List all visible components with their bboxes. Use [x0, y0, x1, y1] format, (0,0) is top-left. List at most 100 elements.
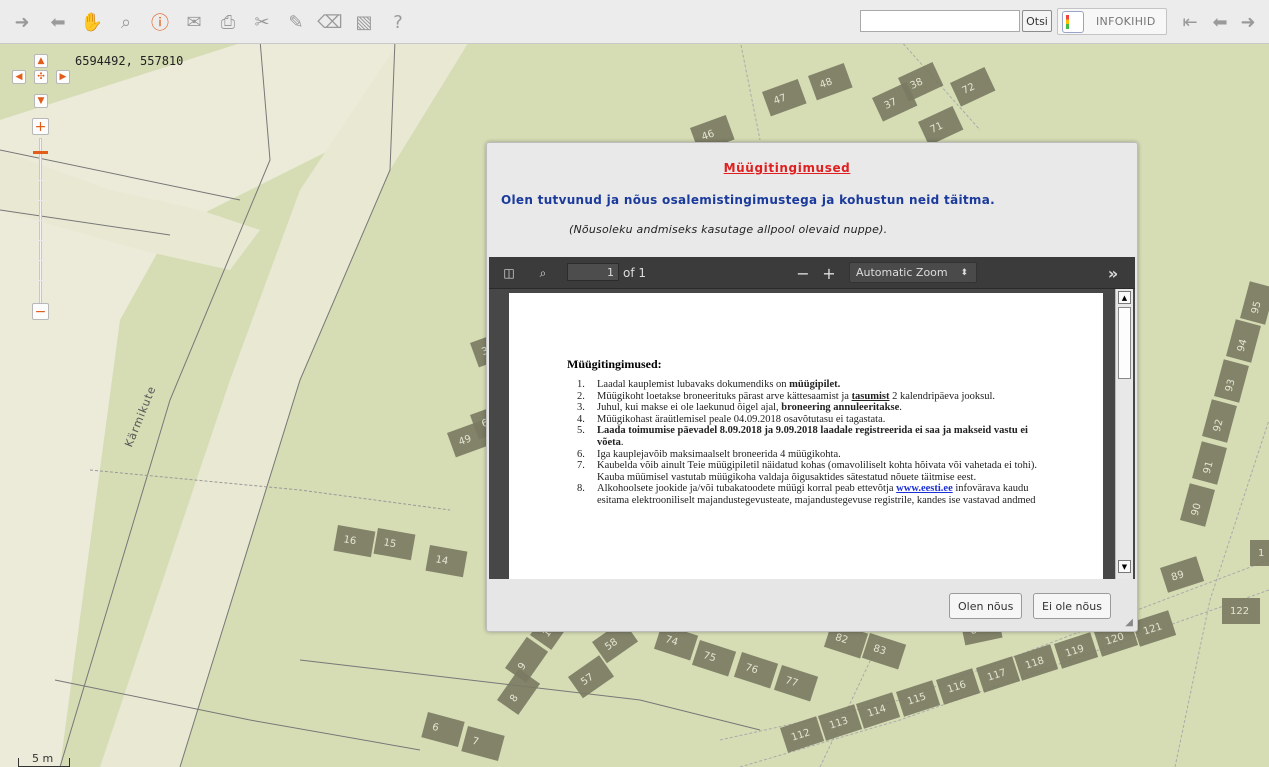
search-button[interactable]: Otsi	[1022, 10, 1052, 32]
terms-item-number: 2.	[577, 390, 585, 402]
print-icon[interactable]: ⎙	[214, 8, 242, 36]
scroll-up-icon[interactable]: ▲	[1118, 291, 1131, 304]
pan-center-icon[interactable]: ✣	[34, 70, 48, 84]
zoom-select[interactable]: Automatic Zoom ⬍	[849, 262, 977, 283]
parcel-112[interactable]: 112	[780, 716, 825, 753]
pan-up-icon[interactable]: ▲	[34, 54, 48, 68]
decline-button[interactable]: Ei ole nõus	[1033, 593, 1111, 619]
parcel-115[interactable]: 115	[896, 680, 941, 717]
parcel-113[interactable]: 113	[818, 704, 863, 741]
parcel-76[interactable]: 76	[733, 652, 779, 689]
parcel-83[interactable]: 83	[861, 633, 907, 670]
agreement-hint: (Nõusoleku andmiseks kasutage allpool ol…	[569, 223, 888, 236]
agreement-text: Olen tutvunud ja nõus osalemistingimuste…	[501, 193, 995, 207]
parcel-114[interactable]: 114	[856, 692, 901, 729]
first-page-icon[interactable]: ⇤	[1176, 8, 1204, 36]
pan-hand-icon[interactable]: ✋	[78, 8, 106, 36]
scroll-thumb[interactable]	[1118, 307, 1131, 379]
zoom-in-icon[interactable]: +	[32, 118, 49, 135]
pdf-scrollbar[interactable]: ▲ ▼	[1115, 289, 1133, 579]
zoom-slider[interactable]	[39, 138, 42, 310]
pdf-viewer: ◫ ⌕ of 1 − + Automatic Zoom ⬍ » Müügitin…	[489, 257, 1135, 579]
terms-item-number: 5.	[577, 425, 585, 437]
zoom-in-button[interactable]: +	[821, 263, 837, 283]
zoom-icon[interactable]: ⌕	[112, 8, 140, 36]
terms-item-bold: müügipilet.	[789, 379, 841, 390]
parcel-1[interactable]: 1	[1250, 540, 1269, 566]
parcel-14[interactable]: 14	[425, 545, 468, 578]
draw-icon[interactable]: ✎	[282, 8, 310, 36]
more-tools-button[interactable]: »	[1105, 263, 1121, 283]
parcel-91[interactable]: 91	[1192, 441, 1227, 485]
parcel-6[interactable]: 6	[421, 712, 465, 747]
terms-item-text: Müügikohast äraütlemisel peale 04.09.201…	[597, 413, 886, 425]
terms-item-text: 2 kalendripäeva jooksul.	[889, 390, 996, 402]
info-icon[interactable]: ⓘ	[146, 8, 174, 36]
parcel-7[interactable]: 7	[461, 726, 505, 761]
erase-icon[interactable]: ⌫	[316, 8, 344, 36]
terms-item-number: 6.	[577, 448, 585, 460]
parcel-71[interactable]: 71	[918, 105, 964, 146]
search-icon[interactable]: ⌕	[535, 263, 551, 283]
mail-icon[interactable]: ✉	[180, 8, 208, 36]
parcel-label: 16	[343, 534, 357, 547]
image-icon[interactable]: ▧	[350, 8, 378, 36]
parcel-8[interactable]: 8	[497, 668, 541, 715]
parcel-72[interactable]: 72	[950, 66, 996, 107]
search-input[interactable]	[860, 10, 1020, 32]
parcel-48[interactable]: 48	[808, 63, 853, 101]
help-icon[interactable]: ?	[384, 8, 412, 36]
parcel-47[interactable]: 47	[762, 79, 807, 117]
parcel-16[interactable]: 16	[333, 525, 376, 558]
terms-item: 8. Alkohoolsete jookide ja/või tubakatood…	[577, 483, 1047, 506]
terms-list: 1. Laadal kauplemist lubavaks dokumendiks…	[577, 379, 1047, 507]
accept-button[interactable]: Olen nõus	[949, 593, 1023, 619]
parcel-119[interactable]: 119	[1054, 632, 1099, 669]
parcel-93[interactable]: 93	[1214, 359, 1249, 403]
terms-item-text: Iga kauplejavõib maksimaalselt broneerid…	[597, 448, 841, 460]
parcel-118[interactable]: 118	[1013, 644, 1059, 681]
terms-item-bold: Laada toimumise päevadel 8.09.2018 ja 9.…	[597, 425, 1028, 448]
parcel-117[interactable]: 117	[976, 656, 1021, 693]
forward-arrow-icon[interactable]: ➜	[8, 8, 36, 36]
scroll-down-icon[interactable]: ▼	[1118, 560, 1131, 573]
parcel-75[interactable]: 75	[691, 640, 737, 677]
parcel-label: 1	[1258, 548, 1264, 559]
terms-item-text: .	[620, 436, 624, 448]
parcel-116[interactable]: 116	[936, 668, 981, 705]
terms-item-text: Alkohoolsete jookide ja/või tubakatoodet…	[597, 483, 897, 495]
parcel-90[interactable]: 90	[1180, 483, 1215, 527]
page-number-input[interactable]	[567, 263, 619, 281]
terms-item-text: .	[899, 402, 902, 414]
parcel-94[interactable]: 94	[1226, 319, 1261, 363]
back-arrow-icon[interactable]: ⬅	[1206, 8, 1234, 36]
parcel-121[interactable]: 121	[1132, 610, 1177, 647]
zoom-out-icon[interactable]: −	[32, 303, 49, 320]
parcel-92[interactable]: 92	[1202, 399, 1237, 443]
terms-item-text: Juhul, kui makse ei ole laekunud õigel a…	[597, 402, 782, 414]
pan-left-icon[interactable]: ◀	[12, 70, 26, 84]
terms-item-number: 3.	[577, 402, 585, 414]
infokihid-button[interactable]: INFOKIHID	[1057, 8, 1167, 35]
terms-dialog: Müügitingimused Olen tutvunud ja nõus os…	[486, 142, 1138, 632]
back-arrow-icon[interactable]: ⬅	[44, 8, 72, 36]
zoom-slider-handle[interactable]	[33, 151, 48, 154]
terms-item-underlined: tasumist	[851, 390, 890, 402]
sidebar-toggle-icon[interactable]: ◫	[501, 263, 517, 283]
pan-down-icon[interactable]: ▼	[34, 94, 48, 108]
parcel-15[interactable]: 15	[373, 528, 416, 561]
dialog-title[interactable]: Müügitingimused	[487, 161, 1087, 175]
terms-item-number: 1.	[577, 379, 585, 390]
parcel-122[interactable]: 122	[1222, 598, 1260, 624]
parcel-77[interactable]: 77	[773, 665, 819, 702]
pan-right-icon[interactable]: ▶	[56, 70, 70, 84]
parcel-95[interactable]: 95	[1240, 281, 1269, 325]
pdf-toolbar: ◫ ⌕ of 1 − + Automatic Zoom ⬍ »	[489, 257, 1135, 289]
tools-icon[interactable]: ✂	[248, 8, 276, 36]
eesti-link[interactable]: www.eesti.ee	[896, 483, 953, 494]
zoom-out-button[interactable]: −	[795, 263, 811, 283]
page-count: of 1	[623, 266, 647, 280]
forward-arrow-icon[interactable]: ➜	[1234, 8, 1262, 36]
resize-grip-icon[interactable]: ◢	[1125, 617, 1133, 628]
terms-item-text: Müügikoht loetakse broneerituks pärast a…	[597, 390, 852, 402]
